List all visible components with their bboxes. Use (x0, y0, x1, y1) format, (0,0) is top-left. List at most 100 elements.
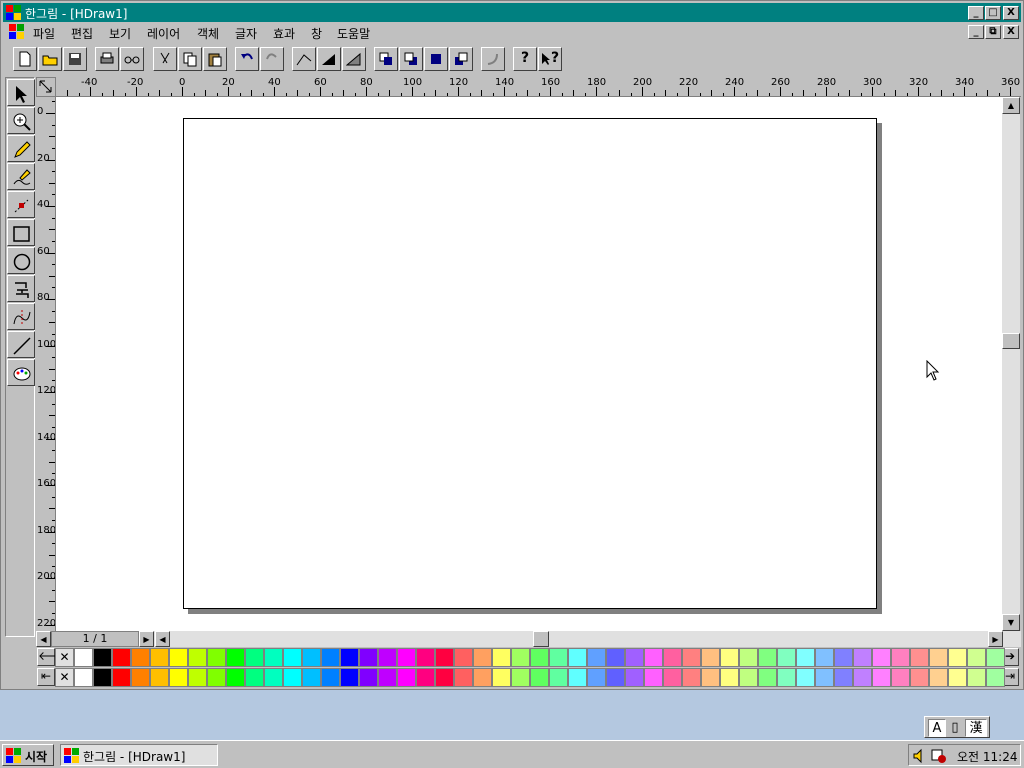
color-swatch[interactable] (207, 648, 226, 667)
color-swatch[interactable] (473, 668, 492, 687)
palette-first-button[interactable]: ⇤ (37, 668, 55, 686)
color-swatch[interactable] (853, 648, 872, 667)
color-swatch[interactable] (720, 648, 739, 667)
color-swatch[interactable] (321, 668, 340, 687)
color-swatch[interactable] (473, 648, 492, 667)
no-line-swatch[interactable]: ✕ (55, 668, 74, 687)
doc-restore-button[interactable]: ⧉ (985, 25, 1001, 39)
color-swatch[interactable] (834, 668, 853, 687)
color-swatch[interactable] (929, 648, 948, 667)
color-swatch[interactable] (302, 648, 321, 667)
color-swatch[interactable] (530, 648, 549, 667)
color-swatch[interactable] (511, 668, 530, 687)
palette-prev-button[interactable]: 🡐 (37, 648, 70, 666)
color-swatch[interactable] (74, 648, 93, 667)
color-swatch[interactable] (967, 648, 986, 667)
color-swatch[interactable] (568, 648, 587, 667)
color-swatch[interactable] (245, 648, 264, 667)
backward-button[interactable] (449, 47, 473, 71)
minimize-button[interactable]: _ (968, 6, 984, 20)
tool-palette[interactable] (7, 359, 35, 386)
color-swatch[interactable] (226, 648, 245, 667)
horizontal-scrollbar[interactable]: ◀ 1 / 1 ▶ ◀ ▶ (36, 631, 1021, 647)
color-swatch[interactable] (112, 648, 131, 667)
color-swatch[interactable] (587, 648, 606, 667)
start-button[interactable]: 시작 (2, 744, 54, 766)
color-swatch[interactable] (264, 648, 283, 667)
color-swatch[interactable] (872, 648, 891, 667)
tool-node-edit[interactable] (7, 191, 35, 218)
color-swatch[interactable] (321, 648, 340, 667)
color-swatch[interactable] (587, 668, 606, 687)
color-swatch[interactable] (720, 668, 739, 687)
color-swatch[interactable] (530, 668, 549, 687)
color-swatch[interactable] (815, 648, 834, 667)
color-swatch[interactable] (492, 668, 511, 687)
color-swatch[interactable] (815, 668, 834, 687)
open-button[interactable] (38, 47, 62, 71)
horizontal-scroll-thumb[interactable] (533, 631, 549, 647)
color-swatch[interactable] (150, 668, 169, 687)
send-back-button[interactable] (399, 47, 423, 71)
color-swatch[interactable] (435, 648, 454, 667)
document-icon[interactable] (9, 24, 25, 40)
color-swatch[interactable] (454, 648, 473, 667)
drawing-page[interactable] (183, 118, 877, 609)
scroll-right-button[interactable]: ▶ (988, 631, 1003, 647)
color-swatch[interactable] (264, 668, 283, 687)
color-swatch[interactable] (872, 668, 891, 687)
color-swatch[interactable] (967, 668, 986, 687)
tool-rectangle[interactable] (7, 219, 35, 246)
color-swatch[interactable] (606, 648, 625, 667)
color-swatch[interactable] (169, 668, 188, 687)
color-swatch[interactable] (416, 648, 435, 667)
paste-button[interactable] (203, 47, 227, 71)
menu-effect[interactable]: 효과 (273, 25, 295, 42)
scroll-down-button[interactable]: ▼ (1002, 614, 1020, 631)
tool-text[interactable] (7, 275, 35, 302)
color-swatch[interactable] (359, 648, 378, 667)
color-swatch[interactable] (511, 648, 530, 667)
ime-width-icon[interactable]: ▯ (948, 719, 962, 737)
color-swatch[interactable] (777, 668, 796, 687)
color-swatch[interactable] (93, 668, 112, 687)
undo-button[interactable] (235, 47, 259, 71)
vertical-scrollbar[interactable]: ▲ ▼ (1002, 97, 1020, 631)
color-swatch[interactable] (777, 648, 796, 667)
title-bar[interactable]: 한그림 - [HDraw1] _ □ X (3, 3, 1021, 22)
color-swatch[interactable] (948, 668, 967, 687)
menu-help[interactable]: 도움말 (337, 25, 370, 42)
maximize-button[interactable]: □ (985, 6, 1001, 20)
color-swatch[interactable] (435, 668, 454, 687)
context-help-button[interactable]: ? (538, 47, 562, 71)
copy-button[interactable] (178, 47, 202, 71)
forward-button[interactable] (424, 47, 448, 71)
color-swatch[interactable] (796, 648, 815, 667)
color-swatch[interactable] (549, 648, 568, 667)
redo-button[interactable] (260, 47, 284, 71)
color-swatch[interactable] (644, 648, 663, 667)
curve-tool-button[interactable] (481, 47, 505, 71)
color-swatch[interactable] (663, 668, 682, 687)
scheduler-icon[interactable] (931, 748, 947, 764)
menu-file[interactable]: 파일 (33, 25, 55, 42)
ime-mode-hanja[interactable]: 漢 (965, 719, 987, 737)
tool-curve[interactable] (7, 303, 35, 330)
color-swatch[interactable] (701, 668, 720, 687)
line-style-button[interactable] (292, 47, 316, 71)
taskbar-app-button[interactable]: 한그림 - [HDraw1] (60, 744, 218, 766)
color-swatch[interactable] (758, 648, 777, 667)
menu-view[interactable]: 보기 (109, 25, 131, 42)
menu-layer[interactable]: 레이어 (147, 25, 180, 42)
color-swatch[interactable] (207, 668, 226, 687)
doc-minimize-button[interactable]: _ (968, 25, 984, 39)
vertical-scroll-thumb[interactable] (1002, 333, 1020, 349)
color-swatch[interactable] (131, 668, 150, 687)
color-swatch[interactable] (549, 668, 568, 687)
app-icon[interactable] (6, 5, 22, 21)
color-swatch[interactable] (397, 648, 416, 667)
color-swatch[interactable] (226, 668, 245, 687)
color-swatch[interactable] (929, 668, 948, 687)
color-swatch[interactable] (150, 648, 169, 667)
new-button[interactable] (13, 47, 37, 71)
